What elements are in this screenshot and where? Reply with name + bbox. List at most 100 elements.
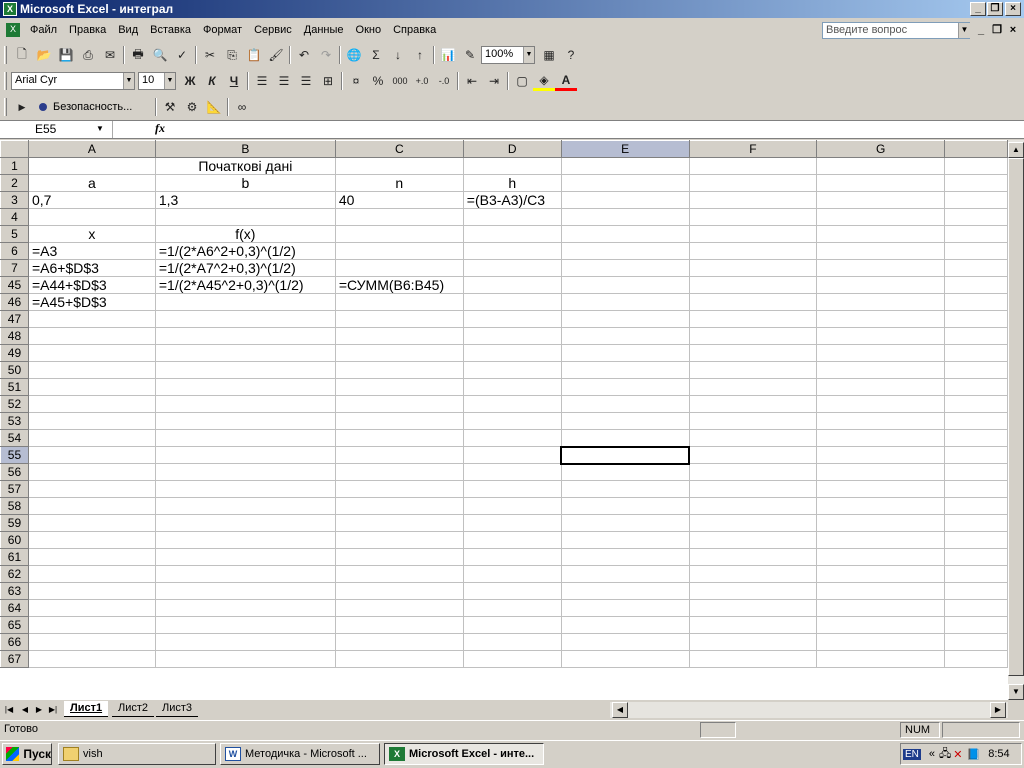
close-tray-icon[interactable]: ✕ <box>953 748 962 761</box>
cell-h65[interactable] <box>944 616 1008 634</box>
cell-g51[interactable] <box>816 378 946 396</box>
cell-f45[interactable] <box>689 276 818 294</box>
cell-b4[interactable] <box>155 208 336 226</box>
cell-d7[interactable] <box>463 259 562 277</box>
cell-b47[interactable] <box>155 310 336 328</box>
hyperlink-icon[interactable]: 🌐 <box>343 45 365 65</box>
font-size-select[interactable]: 10 ▼ <box>138 72 176 90</box>
align-center-icon[interactable]: ☰ <box>273 71 295 91</box>
cell-g58[interactable] <box>816 497 946 515</box>
cell-f53[interactable] <box>689 412 818 430</box>
cell-a65[interactable] <box>28 616 156 634</box>
cell-h51[interactable] <box>944 378 1008 396</box>
cell-f63[interactable] <box>689 582 818 600</box>
cell-b46[interactable] <box>155 293 336 311</box>
new-icon[interactable]: 🗋 <box>11 45 33 65</box>
cell-h52[interactable] <box>944 395 1008 413</box>
row-header[interactable]: 48 <box>0 327 29 345</box>
cell-d62[interactable] <box>463 565 562 583</box>
cell-g50[interactable] <box>816 361 946 379</box>
doc-minimize-button[interactable]: _ <box>974 23 988 37</box>
cell-c49[interactable] <box>335 344 464 362</box>
cell-d45[interactable] <box>463 276 562 294</box>
cell-e3[interactable] <box>561 191 690 209</box>
cell-b51[interactable] <box>155 378 336 396</box>
cell-d49[interactable] <box>463 344 562 362</box>
row-header[interactable]: 58 <box>0 497 29 515</box>
row-header[interactable]: 63 <box>0 582 29 600</box>
cell-f66[interactable] <box>689 633 818 651</box>
row-header[interactable]: 56 <box>0 463 29 481</box>
cell-a47[interactable] <box>28 310 156 328</box>
column-header-f[interactable]: F <box>688 140 818 158</box>
cell-a50[interactable] <box>28 361 156 379</box>
select-all-corner[interactable] <box>0 140 29 158</box>
cell-a52[interactable] <box>28 395 156 413</box>
tab-sheet3[interactable]: Лист3 <box>156 701 199 717</box>
row-header[interactable]: 46 <box>0 293 29 311</box>
cell-f60[interactable] <box>689 531 818 549</box>
cell-a56[interactable] <box>28 463 156 481</box>
cell-h61[interactable] <box>944 548 1008 566</box>
cell-b49[interactable] <box>155 344 336 362</box>
cell-d56[interactable] <box>463 463 562 481</box>
cell-f49[interactable] <box>689 344 818 362</box>
cell-c7[interactable] <box>335 259 464 277</box>
cell-e52[interactable] <box>561 395 690 413</box>
taskbar-excel[interactable]: X Microsoft Excel - инте... <box>384 743 544 765</box>
cell-f51[interactable] <box>689 378 818 396</box>
cell-e6[interactable] <box>561 242 690 260</box>
cell-h56[interactable] <box>944 463 1008 481</box>
menu-format[interactable]: Формат <box>197 24 248 36</box>
cell-b54[interactable] <box>155 429 336 447</box>
cell-a53[interactable] <box>28 412 156 430</box>
cell-c1[interactable] <box>335 157 464 175</box>
cell-h48[interactable] <box>944 327 1008 345</box>
row-header[interactable]: 53 <box>0 412 29 430</box>
cell-f47[interactable] <box>689 310 818 328</box>
cell-f61[interactable] <box>689 548 818 566</box>
cell-f55[interactable] <box>689 446 818 464</box>
cell-c46[interactable] <box>335 293 464 311</box>
cell-d51[interactable] <box>463 378 562 396</box>
cell-a58[interactable] <box>28 497 156 515</box>
cell-f56[interactable] <box>689 463 818 481</box>
cell-c52[interactable] <box>335 395 464 413</box>
row-header[interactable]: 67 <box>0 650 29 668</box>
cell-c63[interactable] <box>335 582 464 600</box>
align-left-icon[interactable]: ☰ <box>251 71 273 91</box>
cell-e60[interactable] <box>561 531 690 549</box>
cell-b48[interactable] <box>155 327 336 345</box>
cell-f59[interactable] <box>689 514 818 532</box>
cell-a57[interactable] <box>28 480 156 498</box>
cell-d6[interactable] <box>463 242 562 260</box>
menu-view[interactable]: Вид <box>112 24 144 36</box>
fill-color-icon[interactable]: ◈ <box>533 71 555 91</box>
cell-e46[interactable] <box>561 293 690 311</box>
first-sheet-icon[interactable]: |◀ <box>2 703 16 716</box>
cell-d3[interactable]: =(B3-A3)/C3 <box>463 191 562 209</box>
cell-c56[interactable] <box>335 463 464 481</box>
thousands-button[interactable]: 000 <box>389 71 411 91</box>
cell-c65[interactable] <box>335 616 464 634</box>
scroll-up-icon[interactable]: ▲ <box>1008 142 1024 158</box>
menu-data[interactable]: Данные <box>298 24 350 36</box>
decrease-indent-icon[interactable]: ⇤ <box>461 71 483 91</box>
cell-d60[interactable] <box>463 531 562 549</box>
cell-e56[interactable] <box>561 463 690 481</box>
cell-a48[interactable] <box>28 327 156 345</box>
cell-a66[interactable] <box>28 633 156 651</box>
cell-h6[interactable] <box>944 242 1008 260</box>
row-header[interactable]: 51 <box>0 378 29 396</box>
cell-e65[interactable] <box>561 616 690 634</box>
cell-f52[interactable] <box>689 395 818 413</box>
cell-f3[interactable] <box>689 191 818 209</box>
taskbar-folder-vish[interactable]: vish <box>58 743 216 765</box>
tab-sheet2[interactable]: Лист2 <box>112 701 155 717</box>
cell-g2[interactable] <box>816 174 946 192</box>
cell-a46[interactable]: =A45+$D$3 <box>28 293 156 311</box>
cell-b1[interactable]: Початкові дані <box>155 157 336 175</box>
help-icon[interactable]: ? <box>560 45 582 65</box>
cell-g7[interactable] <box>816 259 946 277</box>
cell-g66[interactable] <box>816 633 946 651</box>
